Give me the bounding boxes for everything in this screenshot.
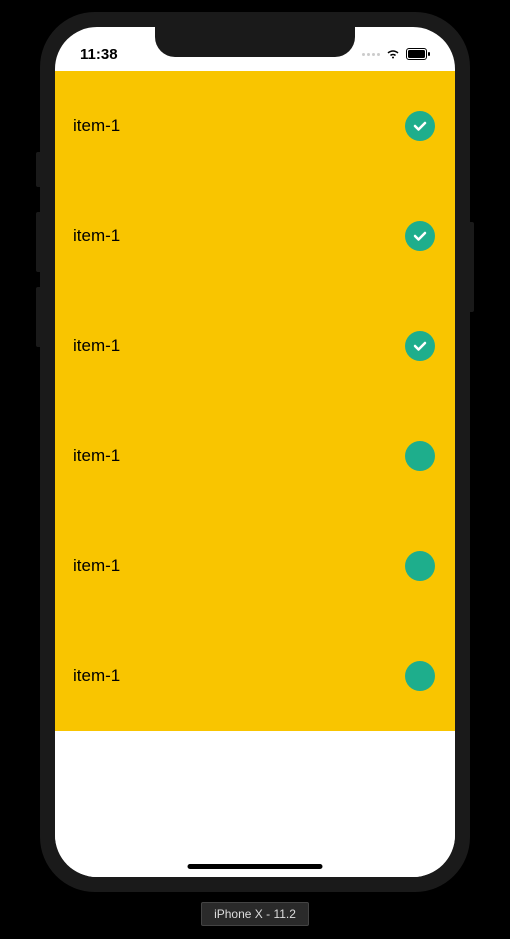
list-item[interactable]: item-1	[55, 621, 455, 731]
item-label: item-1	[73, 226, 120, 246]
item-label: item-1	[73, 336, 120, 356]
list-item[interactable]: item-1	[55, 511, 455, 621]
list-item[interactable]: item-1	[55, 71, 455, 181]
check-circle-checked[interactable]	[405, 111, 435, 141]
wifi-icon	[385, 48, 401, 60]
content-area: item-1 item-1	[55, 71, 455, 877]
check-circle-checked[interactable]	[405, 331, 435, 361]
silent-switch	[36, 152, 40, 187]
volume-up-button	[36, 212, 40, 272]
status-time: 11:38	[80, 36, 118, 63]
check-circle-unchecked[interactable]	[405, 551, 435, 581]
device-label: iPhone X - 11.2	[201, 902, 309, 926]
item-label: item-1	[73, 116, 120, 136]
power-button	[470, 222, 474, 312]
status-icons	[362, 38, 430, 60]
checkmark-icon	[412, 338, 428, 354]
item-label: item-1	[73, 556, 120, 576]
device-frame: 11:38	[40, 12, 470, 892]
list-item[interactable]: item-1	[55, 291, 455, 401]
item-label: item-1	[73, 446, 120, 466]
item-label: item-1	[73, 666, 120, 686]
volume-down-button	[36, 287, 40, 347]
notch	[155, 27, 355, 57]
list-item[interactable]: item-1	[55, 181, 455, 291]
list-item[interactable]: item-1	[55, 401, 455, 511]
check-circle-checked[interactable]	[405, 221, 435, 251]
list-container: item-1 item-1	[55, 71, 455, 731]
screen: 11:38	[55, 27, 455, 877]
checkmark-icon	[412, 118, 428, 134]
signal-icon	[362, 53, 380, 56]
check-circle-unchecked[interactable]	[405, 661, 435, 691]
checkmark-icon	[412, 228, 428, 244]
check-circle-unchecked[interactable]	[405, 441, 435, 471]
home-indicator[interactable]	[188, 864, 323, 869]
battery-icon	[406, 48, 430, 60]
